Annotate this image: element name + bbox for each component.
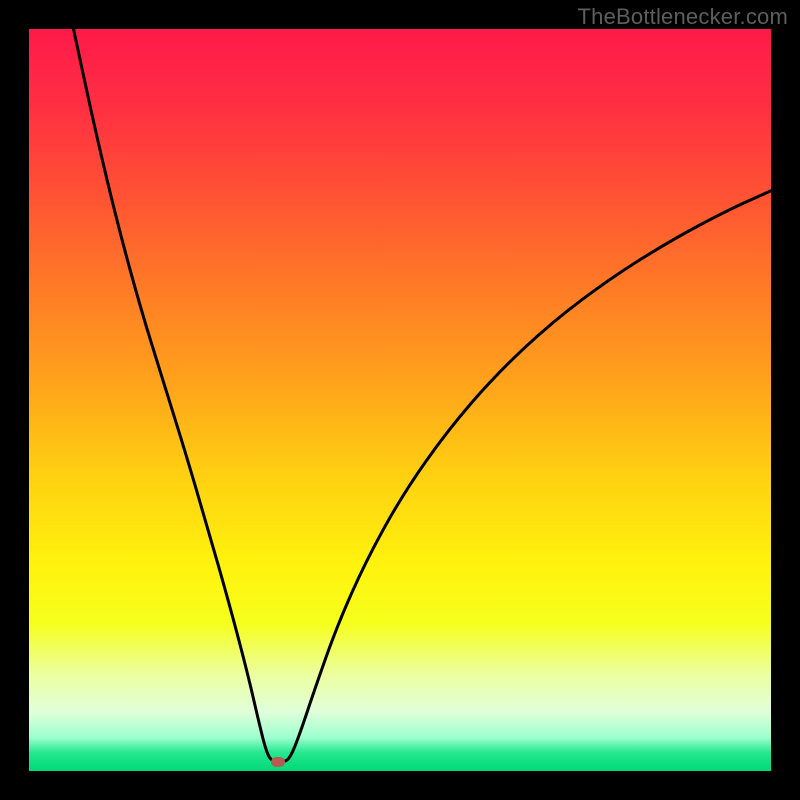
plot-area	[29, 29, 771, 771]
bottleneck-curve	[29, 29, 771, 771]
watermark-text: TheBottlenecker.com	[578, 4, 788, 30]
chart-frame: TheBottlenecker.com	[0, 0, 800, 800]
optimal-point-marker	[271, 757, 285, 767]
